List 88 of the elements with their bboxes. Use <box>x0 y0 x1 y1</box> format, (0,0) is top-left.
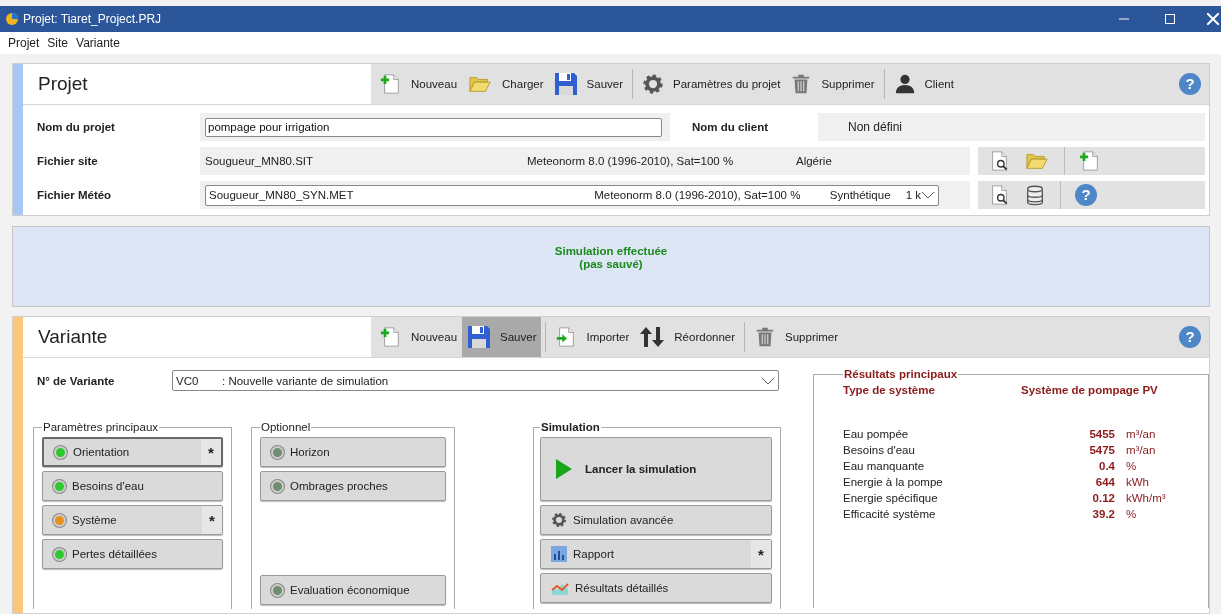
window-title: Projet: Tiaret_Project.PRJ <box>23 12 162 26</box>
delete-button[interactable]: Supprimer <box>785 64 880 104</box>
parameter-button[interactable]: Système * <box>42 505 223 535</box>
result-unit: m³/an <box>1126 428 1157 440</box>
database-icon <box>1024 184 1046 206</box>
result-label: Energie à la pompe <box>843 476 944 488</box>
database-button[interactable] <box>1024 184 1046 206</box>
system-type-label: Type de système <box>843 384 936 396</box>
result-label: Energie spécifique <box>843 492 939 504</box>
run-simulation-button[interactable]: Lancer la simulation <box>540 437 772 501</box>
sort-arrows-icon <box>639 325 666 349</box>
new-document-icon <box>1079 150 1101 172</box>
site-country: Algérie <box>796 155 832 167</box>
settings-button[interactable]: Paramètres du projet <box>637 64 786 104</box>
app-icon <box>5 12 19 26</box>
result-value: 5455 <box>1088 428 1115 440</box>
parameter-button[interactable]: Résultats détaillés <box>540 573 772 603</box>
project-name-field[interactable]: pompage pour irrigation <box>205 117 662 137</box>
site-source: Meteonorm 8.0 (1996-2010), Sat=100 % <box>527 155 735 167</box>
result-unit: m³/an <box>1126 444 1157 456</box>
modified-mark: * <box>751 540 771 568</box>
person-icon <box>893 73 916 95</box>
gear-icon <box>642 73 665 95</box>
status-note: (pas sauvé) <box>579 257 643 271</box>
delete-button[interactable]: Supprimer <box>749 317 844 357</box>
close-icon <box>1207 13 1219 25</box>
system-type-value: Système de pompage PV <box>1021 384 1158 396</box>
new-document-icon <box>380 73 402 95</box>
result-value: 644 <box>1094 476 1115 488</box>
parameter-button[interactable]: Besoins d'eau <box>42 471 223 501</box>
new-button[interactable]: Nouveau <box>375 64 463 104</box>
field-label: Fichier Météo <box>36 189 113 201</box>
menu-item[interactable]: Projet <box>4 36 44 50</box>
group-title: Résultats principaux <box>843 368 959 380</box>
result-label: Besoins d'eau <box>843 444 916 456</box>
group-title: Simulation <box>540 421 601 433</box>
site-file-name: Sougueur_MN80.SIT <box>205 155 315 167</box>
result-value: 0.12 <box>1091 492 1115 504</box>
panel-title: Variante <box>38 326 108 348</box>
menu-item[interactable]: Site <box>43 36 73 50</box>
reorder-button[interactable]: Réordonner <box>634 317 741 357</box>
client-button[interactable]: Client <box>888 64 959 104</box>
help-button[interactable]: ? <box>1179 73 1201 95</box>
help-button[interactable]: ? <box>1075 184 1097 206</box>
parameter-button[interactable]: Orientation * <box>42 437 223 467</box>
group-title: Optionnel <box>260 421 312 433</box>
parameter-button[interactable]: Rapport * <box>540 539 772 569</box>
parameter-button[interactable]: Evaluation économique <box>260 575 446 605</box>
import-button[interactable]: Importer <box>550 317 635 357</box>
menu-item[interactable]: Variante <box>72 36 124 50</box>
open-button[interactable]: Charger <box>462 64 549 104</box>
result-unit: kWh <box>1126 476 1150 488</box>
client-name-value: Non défini <box>848 120 903 134</box>
bar-chart-icon <box>551 546 567 562</box>
result-value: 0.4 <box>1098 460 1115 472</box>
field-label: Nom du client <box>691 121 770 133</box>
panel-title: Projet <box>38 73 88 95</box>
result-unit: % <box>1126 508 1138 520</box>
result-unit: % <box>1126 460 1138 472</box>
result-label: Eau manquante <box>843 460 926 472</box>
parameter-button[interactable]: Pertes détaillées <box>42 539 223 569</box>
meteo-file-dropdown[interactable]: Sougueur_MN80_SYN.MET Meteonorm 8.0 (1996-2010), Sat=100 % Synthétique 1 k <box>205 184 939 206</box>
save-button[interactable]: Sauver <box>462 317 542 357</box>
modified-mark: * <box>201 439 221 465</box>
parameter-button[interactable]: Horizon <box>260 437 446 467</box>
result-label: Efficacité système <box>843 508 937 520</box>
field-label: Nom du projet <box>36 121 116 133</box>
result-label: Eau pompée <box>843 428 910 440</box>
play-icon <box>555 458 573 480</box>
field-label: N° de Variante <box>36 374 116 387</box>
new-button[interactable] <box>1079 150 1101 172</box>
status-message: Simulation effectuée <box>554 244 668 258</box>
help-button[interactable]: ? <box>1179 326 1201 348</box>
result-value: 39.2 <box>1091 508 1115 520</box>
variant-dropdown[interactable]: VC0 : Nouvelle variante de simulation <box>172 370 779 391</box>
group-title: Paramètres principaux <box>42 421 160 433</box>
gear-icon <box>551 512 567 528</box>
modified-mark: * <box>202 506 222 534</box>
parameter-button[interactable]: Ombrages proches <box>260 471 446 501</box>
save-button[interactable]: Sauver <box>548 64 629 104</box>
result-value: 5475 <box>1088 444 1115 456</box>
parameter-button[interactable]: Simulation avancée <box>540 505 772 535</box>
new-button[interactable]: Nouveau <box>375 317 463 357</box>
result-unit: kWh/m³ <box>1126 492 1167 504</box>
maximize-icon <box>1165 14 1175 24</box>
new-document-icon <box>380 326 402 348</box>
field-label: Fichier site <box>36 155 99 167</box>
line-chart-icon <box>551 580 569 596</box>
